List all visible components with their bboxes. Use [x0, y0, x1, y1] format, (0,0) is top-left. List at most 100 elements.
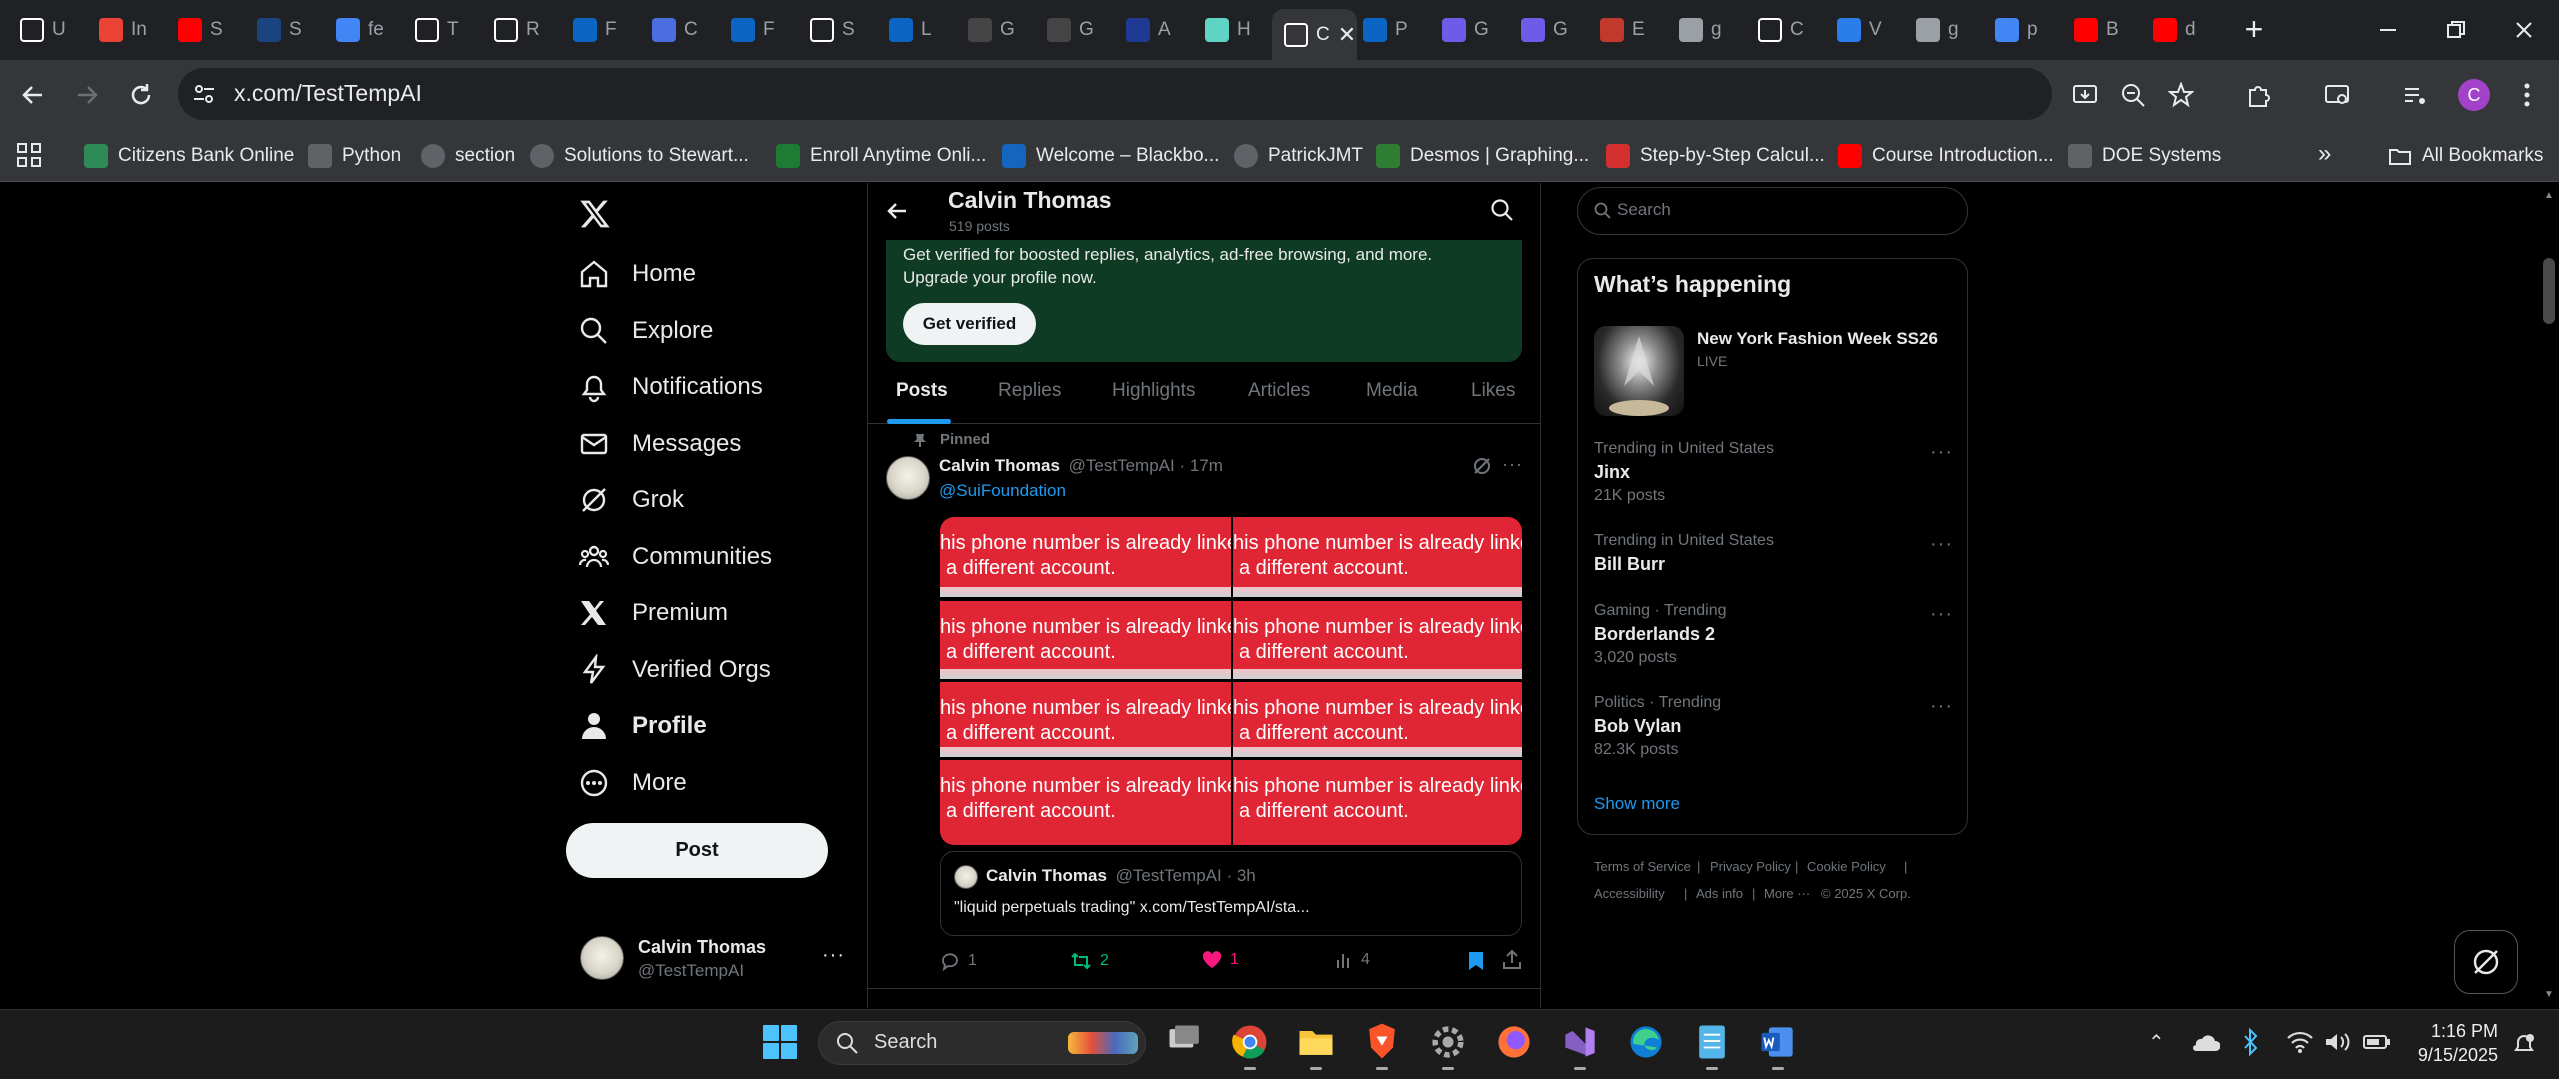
profile-tab-highlights[interactable]: Highlights: [1112, 380, 1195, 402]
profile-tab-media[interactable]: Media: [1366, 380, 1418, 402]
all-bookmarks[interactable]: All Bookmarks: [2388, 138, 2543, 174]
browser-tab[interactable]: R: [482, 9, 557, 51]
close-window-button[interactable]: [2496, 10, 2552, 50]
forward-button[interactable]: [68, 76, 106, 114]
browser-tab[interactable]: P: [1351, 9, 1426, 51]
profile-tab-replies[interactable]: Replies: [998, 380, 1061, 402]
browser-tab[interactable]: C ✕: [1272, 9, 1357, 60]
show-hidden-icons[interactable]: ⌃: [2148, 1030, 2165, 1055]
back-arrow-button[interactable]: [884, 198, 910, 224]
like-button[interactable]: 1: [1202, 951, 1239, 969]
bookmarks-overflow-icon[interactable]: »: [2318, 140, 2331, 168]
browser-tab[interactable]: H: [1193, 9, 1268, 51]
bookmark-item[interactable]: Solutions to Stewart...: [530, 138, 749, 174]
chrome-icon[interactable]: [1226, 1018, 1274, 1070]
volume-icon[interactable]: [2324, 1030, 2352, 1054]
trend-item[interactable]: Trending in United States Jinx 21K posts: [1594, 440, 1774, 505]
bookmark-star-icon[interactable]: [2162, 76, 2200, 114]
share-button[interactable]: [1502, 950, 1522, 970]
bookmark-item[interactable]: Step-by-Step Calcul...: [1606, 138, 1825, 174]
tweet-image[interactable]: his phone number is already linke a diffe…: [940, 517, 1522, 845]
browser-tab[interactable]: V: [1825, 9, 1900, 51]
tweet-more-icon[interactable]: ···: [1502, 454, 1523, 475]
trend-item[interactable]: Politics · Trending Bob Vylan 82.3K posts: [1594, 694, 1721, 759]
back-button[interactable]: [14, 76, 52, 114]
tweet-author-name[interactable]: Calvin Thomas: [939, 456, 1060, 475]
browser-tab[interactable]: L: [877, 9, 952, 51]
browser-tab[interactable]: G: [1430, 9, 1505, 51]
taskbar-clock[interactable]: 1:16 PM 9/15/2025: [2410, 1019, 2498, 1067]
reply-button[interactable]: 1: [940, 951, 977, 971]
quote-tweet-card[interactable]: [940, 851, 1522, 936]
browser-tab[interactable]: G: [1509, 9, 1584, 51]
get-verified-button[interactable]: Get verified: [903, 303, 1036, 345]
tweet-avatar[interactable]: [886, 456, 930, 500]
bookmark-item[interactable]: Course Introduction...: [1838, 138, 2054, 174]
x-logo-icon[interactable]: [578, 198, 612, 230]
bookmark-item[interactable]: section: [421, 138, 515, 174]
profile-tab-likes[interactable]: Likes: [1471, 380, 1515, 402]
browser-tab[interactable]: F: [561, 9, 636, 51]
nav-item-explore[interactable]: Explore: [578, 303, 713, 359]
wifi-icon[interactable]: [2286, 1030, 2314, 1054]
nav-item-home[interactable]: Home: [578, 246, 696, 302]
browser-tab[interactable]: g: [1904, 9, 1979, 51]
grok-fab-button[interactable]: [2454, 930, 2518, 994]
profile-avatar[interactable]: C: [2458, 79, 2490, 111]
footer-link[interactable]: Ads info: [1696, 886, 1743, 901]
browser-tab[interactable]: U: [8, 9, 83, 51]
post-button[interactable]: Post: [566, 823, 828, 878]
bookmark-button[interactable]: [1468, 951, 1484, 971]
notepad-icon[interactable]: [1688, 1018, 1736, 1070]
tweet-meta[interactable]: @TestTempAI · 17m: [1069, 456, 1223, 475]
page-scrollbar-thumb[interactable]: [2543, 258, 2555, 324]
footer-link[interactable]: Cookie Policy: [1807, 859, 1886, 874]
featured-trend-title[interactable]: New York Fashion Week SS26: [1697, 329, 1938, 349]
browser-tab[interactable]: g: [1667, 9, 1742, 51]
trend-item[interactable]: Gaming · Trending Borderlands 2 3,020 post…: [1594, 602, 1727, 667]
footer-link[interactable]: More ···: [1764, 886, 1810, 901]
brave-icon[interactable]: [1358, 1018, 1406, 1070]
address-bar[interactable]: [178, 68, 2052, 120]
install-app-icon[interactable]: [2066, 76, 2104, 114]
views-button[interactable]: 4: [1335, 951, 1370, 969]
trend-item[interactable]: Trending in United States Bill Burr: [1594, 532, 1774, 575]
url-text[interactable]: x.com/TestTempAI: [234, 80, 422, 107]
browser-tab[interactable]: C: [640, 9, 715, 51]
bookmark-item[interactable]: PatrickJMT: [1234, 138, 1363, 174]
bookmark-item[interactable]: Enroll Anytime Onli...: [776, 138, 986, 174]
browser-tab[interactable]: In: [87, 9, 162, 51]
trend-more-icon[interactable]: ···: [1930, 441, 1953, 464]
edge-icon[interactable]: [1622, 1018, 1670, 1066]
new-tab-button[interactable]: +: [2236, 12, 2272, 48]
visual-studio-icon[interactable]: [1556, 1018, 1604, 1070]
task-view-icon[interactable]: [1162, 1018, 1210, 1066]
nav-item-verified-orgs[interactable]: Verified Orgs: [578, 642, 771, 698]
scroll-down-icon[interactable]: ▼: [2544, 989, 2554, 1000]
scroll-up-icon[interactable]: ▲: [2544, 190, 2554, 201]
show-more-link[interactable]: Show more: [1594, 794, 1680, 814]
browser-tab[interactable]: p: [1983, 9, 2058, 51]
browser-tab[interactable]: B: [2062, 9, 2137, 51]
browser-tab[interactable]: E: [1588, 9, 1663, 51]
bluetooth-icon[interactable]: [2242, 1028, 2260, 1056]
cast-icon[interactable]: [2318, 76, 2356, 114]
browser-tab[interactable]: S: [166, 9, 241, 51]
reload-button[interactable]: [122, 76, 160, 114]
bookmark-item[interactable]: Python: [308, 138, 401, 174]
grok-explain-icon[interactable]: [1472, 456, 1492, 476]
account-avatar[interactable]: [580, 936, 624, 980]
footer-link[interactable]: Terms of Service: [1594, 859, 1691, 874]
profile-tab-articles[interactable]: Articles: [1248, 380, 1310, 402]
browser-tab[interactable]: T: [403, 9, 478, 51]
trend-more-icon[interactable]: ···: [1930, 603, 1953, 626]
browser-tab[interactable]: d: [2141, 9, 2216, 51]
restore-button[interactable]: [2428, 10, 2484, 50]
menu-kebab-icon[interactable]: [2508, 76, 2546, 114]
account-handle[interactable]: @TestTempAI: [638, 961, 744, 981]
nav-item-more[interactable]: More: [578, 755, 687, 811]
footer-link[interactable]: © 2025 X Corp.: [1821, 886, 1911, 901]
featured-trend-thumbnail[interactable]: [1594, 326, 1684, 416]
zoom-icon[interactable]: [2114, 76, 2152, 114]
tweet-mention-link[interactable]: @SuiFoundation: [939, 481, 1066, 501]
